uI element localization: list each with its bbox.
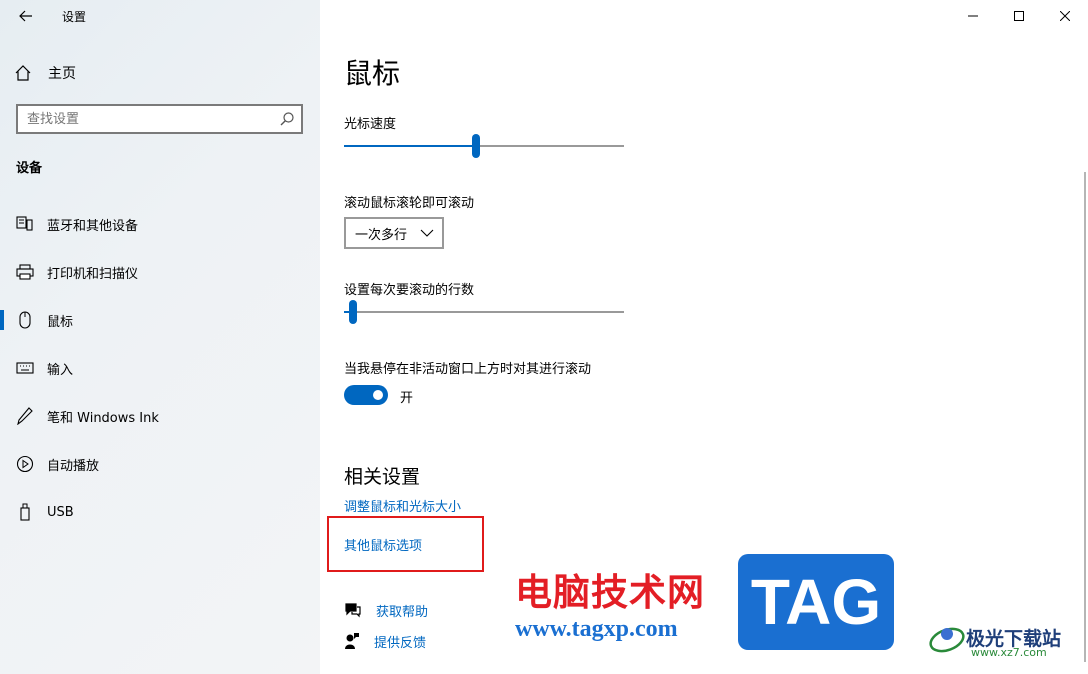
- toggle-knob: [373, 390, 383, 400]
- minimize-icon: [968, 15, 978, 17]
- watermark-corner-url: www.xz7.com: [971, 646, 1047, 659]
- scroll-lines-label: 设置每次要滚动的行数: [344, 283, 475, 298]
- related-settings-title: 相关设置: [344, 466, 421, 488]
- feedback-link[interactable]: 提供反馈: [344, 631, 426, 651]
- window-controls: [950, 0, 1088, 32]
- search-box[interactable]: [16, 104, 303, 134]
- watermark-corner: 极光下载站 www.xz7.com: [928, 620, 1061, 659]
- sidebar-item-pen[interactable]: 笔和 Windows Ink: [0, 396, 320, 436]
- slider-thumb[interactable]: [472, 134, 480, 158]
- help-chat-icon: [345, 603, 361, 618]
- bluetooth-devices-icon: [16, 215, 34, 233]
- slider-track: [344, 311, 624, 313]
- autoplay-icon: [16, 455, 34, 473]
- search-icon[interactable]: [279, 111, 295, 127]
- sidebar-item-input[interactable]: 输入: [0, 348, 320, 388]
- sidebar-item-printers[interactable]: 打印机和扫描仪: [0, 252, 320, 292]
- app-title: 设置: [62, 10, 87, 24]
- back-arrow-icon: [19, 10, 32, 22]
- adjust-cursor-size-link[interactable]: 调整鼠标和光标大小: [344, 496, 461, 515]
- main-content: 鼠标 光标速度 滚动鼠标滚轮即可滚动 一次多行 设置每次要滚动的行数 当我悬停在…: [320, 0, 1088, 674]
- sidebar-item-mouse[interactable]: 鼠标: [0, 300, 320, 340]
- chevron-down-icon: [420, 229, 434, 237]
- section-title: 设备: [16, 161, 43, 176]
- slider-thumb[interactable]: [349, 300, 357, 324]
- printer-icon: [16, 263, 34, 281]
- scroll-mode-dropdown[interactable]: 一次多行: [344, 217, 444, 249]
- sidebar-item-label: 鼠标: [47, 314, 74, 330]
- search-input[interactable]: [18, 106, 268, 132]
- usb-icon: [16, 503, 34, 521]
- feedback-icon: [345, 633, 359, 649]
- sidebar-item-label: 蓝牙和其他设备: [47, 218, 139, 234]
- cursor-speed-label: 光标速度: [344, 117, 397, 132]
- sidebar-item-bluetooth[interactable]: 蓝牙和其他设备: [0, 204, 320, 244]
- get-help-link[interactable]: 获取帮助: [344, 600, 428, 620]
- close-button[interactable]: [1042, 0, 1088, 32]
- sidebar-item-usb[interactable]: USB: [0, 492, 320, 532]
- sidebar-item-autoplay[interactable]: 自动播放: [0, 444, 320, 484]
- slider-fill: [344, 145, 472, 147]
- home-icon: [15, 65, 31, 81]
- sidebar: 设置 主页 设备 蓝牙和其他设备 打印机和扫描仪 鼠标 输入 笔和 Window…: [0, 0, 320, 674]
- sidebar-item-label: USB: [47, 504, 74, 520]
- dropdown-value: 一次多行: [355, 227, 408, 243]
- pen-icon: [16, 407, 34, 425]
- watermark-site-url: www.tagxp.com: [515, 616, 678, 642]
- scroll-lines-slider[interactable]: [344, 300, 624, 324]
- back-button[interactable]: [14, 4, 38, 28]
- inactive-scroll-label: 当我悬停在非活动窗口上方时对其进行滚动: [344, 362, 592, 377]
- toggle-state-label: 开: [400, 391, 414, 406]
- feedback-label: 提供反馈: [374, 635, 427, 651]
- get-help-label: 获取帮助: [376, 604, 429, 620]
- sidebar-item-label: 自动播放: [47, 458, 100, 474]
- home-label: 主页: [48, 66, 76, 82]
- maximize-button[interactable]: [996, 0, 1042, 32]
- mouse-icon: [16, 311, 34, 329]
- watermark-site-name: 电脑技术网: [515, 570, 705, 614]
- sidebar-item-label: 打印机和扫描仪: [47, 266, 139, 282]
- scrollbar[interactable]: [1084, 172, 1086, 662]
- maximize-icon: [1014, 11, 1024, 21]
- minimize-button[interactable]: [950, 0, 996, 32]
- aurora-logo-icon: [929, 627, 965, 653]
- sidebar-item-label: 笔和 Windows Ink: [47, 410, 159, 426]
- inactive-scroll-toggle[interactable]: [344, 385, 388, 405]
- page-title: 鼠标: [344, 57, 401, 90]
- close-icon: [1060, 11, 1070, 21]
- cursor-speed-slider[interactable]: [344, 134, 624, 158]
- watermark-tag-logo: TAG: [738, 554, 894, 650]
- scroll-wheel-label: 滚动鼠标滚轮即可滚动: [344, 196, 475, 211]
- keyboard-icon: [16, 359, 34, 377]
- nav-home[interactable]: 主页: [14, 60, 76, 86]
- other-mouse-options-link[interactable]: 其他鼠标选项: [344, 535, 422, 554]
- sidebar-item-label: 输入: [47, 362, 74, 378]
